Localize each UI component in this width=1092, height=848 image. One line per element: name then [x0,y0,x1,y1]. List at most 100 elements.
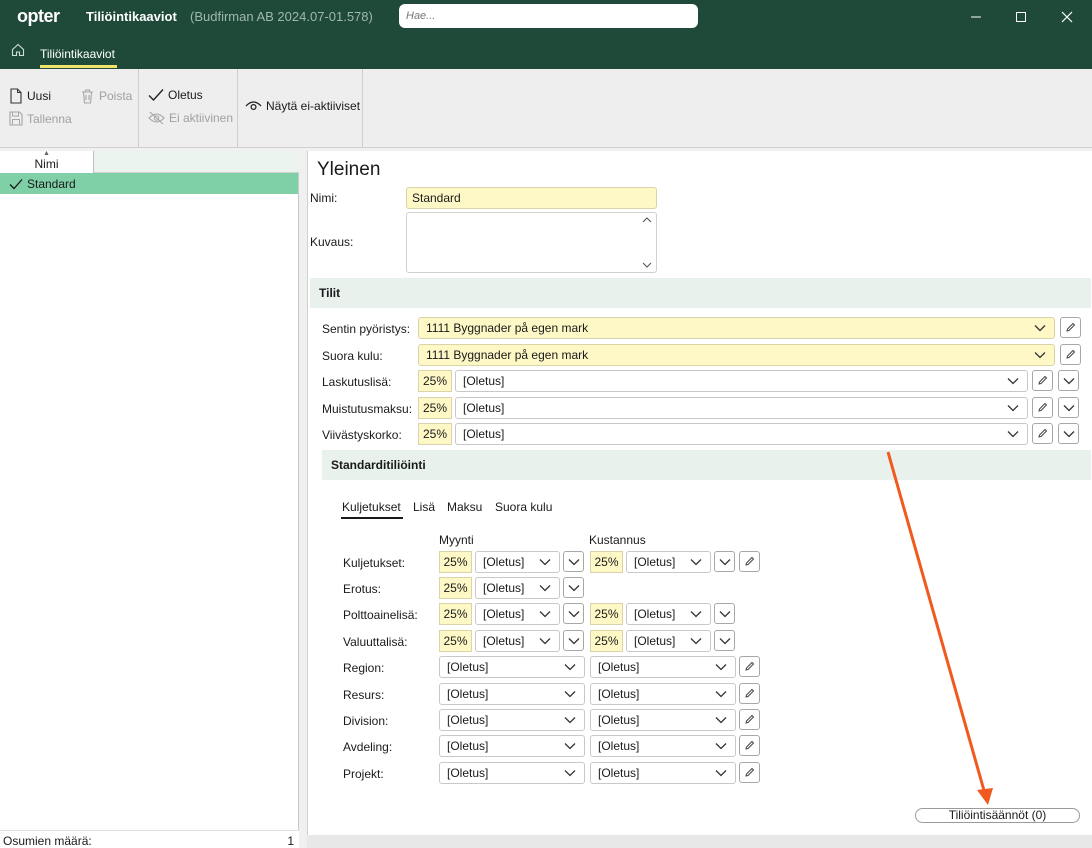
subtab-lisa[interactable]: Lisä [413,500,435,514]
sales-account-select[interactable]: [Oletus] [475,577,560,599]
edit-button[interactable] [739,762,760,783]
edit-button[interactable] [739,551,760,572]
scroll-down-icon[interactable] [642,261,652,269]
cost-dimension-select[interactable]: [Oletus] [590,656,736,678]
scroll-up-icon[interactable] [642,216,652,224]
subtab-kuljetukset[interactable]: Kuljetukset [342,500,401,514]
account-select[interactable]: [Oletus] [455,423,1028,445]
sales-dimension-select[interactable]: [Oletus] [439,762,585,784]
sales-dimension-select[interactable]: [Oletus] [439,683,585,705]
search-input[interactable] [399,4,698,28]
sales-dimension-select[interactable]: [Oletus] [439,656,585,678]
close-button[interactable] [1044,0,1090,33]
minimize-icon [971,16,981,17]
vat-percent[interactable]: 25% [418,370,452,392]
sales-dimension-select[interactable]: [Oletus] [439,709,585,731]
cost-vat-percent[interactable]: 25% [590,551,623,573]
show-inactive-button[interactable]: Näytä ei-aktiiviset [245,99,360,113]
expand-button[interactable] [1058,370,1079,391]
chevron-down-icon [1063,430,1074,437]
chevron-down-icon [539,638,551,645]
account-select[interactable]: 1111 Byggnader på egen mark [418,317,1055,339]
expand-button[interactable] [1058,397,1079,418]
cost-expand-button[interactable] [714,551,735,572]
sales-account-select[interactable]: [Oletus] [475,603,560,625]
save-button[interactable]: Tallenna [9,111,72,126]
sales-vat-percent[interactable]: 25% [439,630,472,652]
account-select[interactable]: [Oletus] [455,397,1028,419]
edit-button[interactable] [739,656,760,677]
account-select[interactable]: [Oletus] [455,370,1028,392]
pencil-icon [745,714,755,724]
cost-account-select[interactable]: [Oletus] [626,603,711,625]
account-select[interactable]: 1111 Byggnader på egen mark [418,344,1055,366]
chevron-down-icon [539,611,551,618]
chevron-down-icon [1034,352,1046,359]
list-item[interactable]: Standard [0,173,298,194]
sales-expand-button[interactable] [563,551,584,572]
rules-button[interactable]: Tiliöintisäännöt (0) [915,808,1080,823]
sales-dimension-select[interactable]: [Oletus] [439,735,585,757]
sales-vat-percent[interactable]: 25% [439,551,472,573]
sales-vat-percent[interactable]: 25% [439,603,472,625]
maximize-button[interactable] [998,0,1044,33]
edit-button[interactable] [1060,317,1081,338]
eye-off-icon [148,111,165,125]
edit-button[interactable] [1032,423,1053,444]
home-icon[interactable] [11,43,25,57]
title-bar: opter Tiliöintikaaviot (Budfirman AB 202… [0,0,1092,33]
sales-expand-button[interactable] [563,577,584,598]
expand-button[interactable] [1058,423,1079,444]
chevron-down-icon [719,558,730,565]
sales-account-select[interactable]: [Oletus] [475,630,560,652]
subtab-suora-kulu[interactable]: Suora kulu [495,500,552,514]
sales-expand-button[interactable] [563,630,584,651]
ribbon-separator [138,69,139,147]
chevron-down-icon [1007,431,1019,438]
sales-account-select[interactable]: [Oletus] [475,551,560,573]
edit-button[interactable] [739,683,760,704]
edit-button[interactable] [739,709,760,730]
chevron-down-icon [568,610,579,617]
cost-account-select[interactable]: [Oletus] [626,630,711,652]
subtab-maksu[interactable]: Maksu [447,500,482,514]
cost-dimension-select[interactable]: [Oletus] [590,683,736,705]
chevron-down-icon [719,637,730,644]
cost-dimension-select[interactable]: [Oletus] [590,762,736,784]
tab-tiliointikaaviot[interactable]: Tiliöintikaaviot [40,47,115,61]
inactive-button[interactable]: Ei aktiivinen [148,111,233,125]
edit-button[interactable] [739,735,760,756]
pencil-icon [745,688,755,698]
chevron-down-icon [690,559,702,566]
pencil-icon [745,556,755,566]
cost-account-select[interactable]: [Oletus] [626,551,711,573]
edit-button[interactable] [1060,344,1081,365]
sales-vat-percent[interactable]: 25% [439,577,472,599]
edit-button[interactable] [1032,397,1053,418]
chevron-down-icon [690,611,702,618]
column-header-nimi[interactable]: ▲ Nimi [0,150,94,173]
cost-dimension-select[interactable]: [Oletus] [590,735,736,757]
window-subtitle: (Budfirman AB 2024.07-01.578) [190,9,373,24]
name-field[interactable]: Standard [406,187,657,209]
cost-expand-button[interactable] [714,630,735,651]
cost-expand-button[interactable] [714,603,735,624]
minimize-button[interactable] [953,0,999,33]
dimension-label: Projekt: [343,767,384,781]
cost-dimension-select[interactable]: [Oletus] [590,709,736,731]
new-button[interactable]: Uusi [9,88,51,104]
cost-vat-percent[interactable]: 25% [590,630,623,652]
vat-percent[interactable]: 25% [418,397,452,419]
delete-button[interactable]: Poista [80,88,132,104]
checkmark-icon [148,89,164,102]
vat-percent[interactable]: 25% [418,423,452,445]
chevron-down-icon [1007,405,1019,412]
default-button[interactable]: Oletus [148,88,203,102]
pencil-icon [1066,322,1076,332]
cost-vat-percent[interactable]: 25% [590,603,623,625]
sales-expand-button[interactable] [563,603,584,624]
description-field[interactable] [406,212,657,273]
pencil-icon [1038,428,1048,438]
chevron-down-icon [715,770,727,777]
edit-button[interactable] [1032,370,1053,391]
